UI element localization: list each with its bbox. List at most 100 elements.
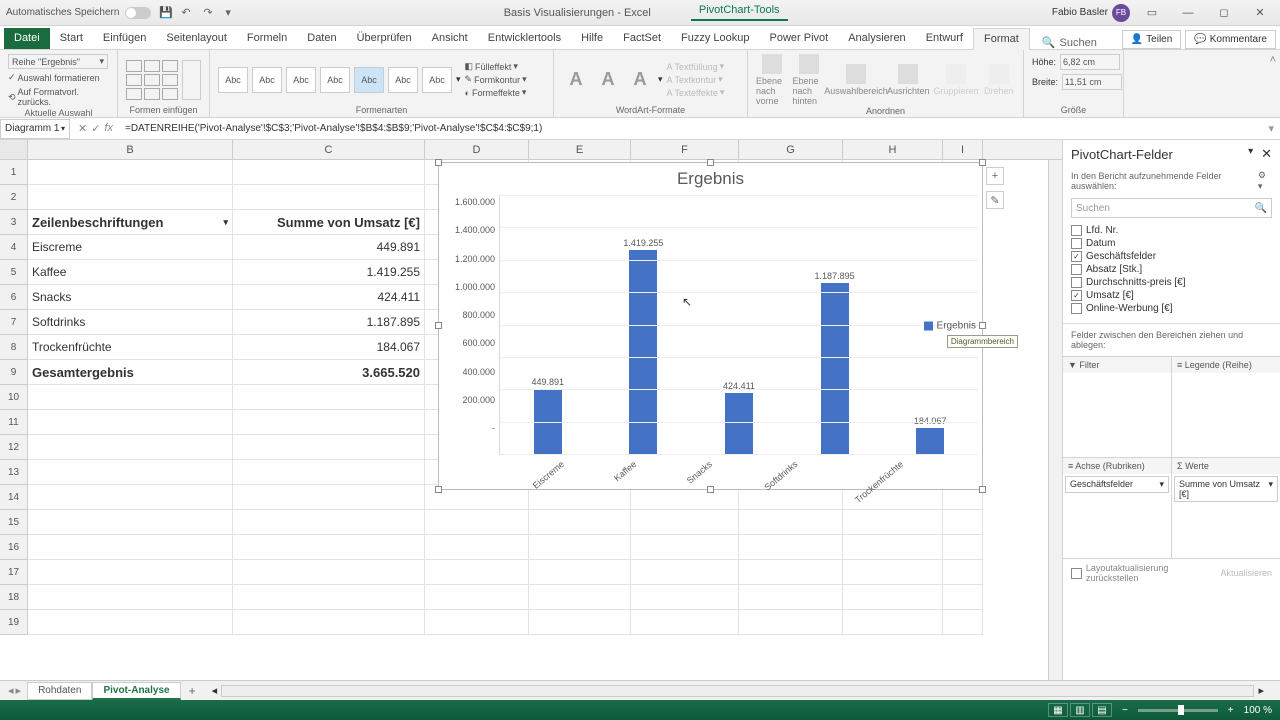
rotate-button[interactable]: Drehen	[983, 64, 1015, 96]
values-field-item[interactable]: Summe von Umsatz [€]▾	[1174, 476, 1278, 502]
cell[interactable]: 3.665.520	[233, 360, 425, 385]
ribbon-tab-überprüfen[interactable]: Überprüfen	[347, 28, 422, 49]
values-area[interactable]: Σ WerteSumme von Umsatz [€]▾	[1172, 458, 1280, 558]
ribbon-tab-entwurf[interactable]: Entwurf	[916, 28, 973, 49]
qat-customize-icon[interactable]: ▾	[225, 6, 239, 20]
cell[interactable]: Kaffee	[28, 260, 233, 285]
cell[interactable]	[631, 610, 739, 635]
ribbon-tab-analysieren[interactable]: Analysieren	[838, 28, 915, 49]
filter-area[interactable]: ▼ Filter	[1063, 357, 1171, 457]
cell[interactable]	[529, 610, 631, 635]
axis-field-item[interactable]: Geschäftsfelder▾	[1065, 476, 1169, 493]
update-button[interactable]: Aktualisieren	[1220, 568, 1272, 578]
select-all-corner[interactable]	[0, 140, 28, 159]
change-shape-button[interactable]	[182, 60, 201, 100]
cell[interactable]	[739, 560, 843, 585]
cell[interactable]	[425, 610, 529, 635]
row-header[interactable]: 11	[0, 410, 27, 435]
row-header[interactable]: 10	[0, 385, 27, 410]
row-header[interactable]: 2	[0, 185, 27, 210]
field-list-item[interactable]: Datum	[1071, 237, 1272, 250]
cell[interactable]	[943, 535, 983, 560]
cell[interactable]	[28, 160, 233, 185]
fx-icon[interactable]: fx	[104, 122, 113, 135]
page-layout-view-icon[interactable]: ▥	[1070, 703, 1090, 717]
shape-style-3[interactable]: Abc	[286, 67, 316, 93]
name-box[interactable]: Diagramm 1▾	[0, 119, 70, 139]
field-checkbox[interactable]	[1071, 303, 1082, 314]
cell[interactable]	[233, 435, 425, 460]
axis-area[interactable]: ≡ Achse (Rubriken)Geschäftsfelder▾	[1063, 458, 1171, 558]
text-fill-button[interactable]: A Textfüllung ▾	[667, 60, 725, 73]
chart-element-selector[interactable]: Reihe "Ergebnis"▾	[8, 54, 108, 69]
field-search-input[interactable]: Suchen 🔍	[1071, 198, 1272, 218]
shape-style-5[interactable]: Abc	[354, 67, 384, 93]
cell[interactable]	[739, 585, 843, 610]
chart-bar[interactable]	[725, 393, 753, 454]
height-input[interactable]	[1060, 54, 1120, 70]
cell[interactable]: Snacks	[28, 285, 233, 310]
column-header[interactable]: H	[843, 140, 943, 159]
cell[interactable]	[28, 185, 233, 210]
row-header[interactable]: 6	[0, 285, 27, 310]
row-header[interactable]: 8	[0, 335, 27, 360]
cell[interactable]	[739, 610, 843, 635]
cell[interactable]	[233, 485, 425, 510]
zoom-slider[interactable]	[1138, 709, 1218, 712]
cell[interactable]	[529, 585, 631, 610]
sheet-tab[interactable]: Rohdaten	[27, 682, 92, 700]
selection-pane-button[interactable]: Auswahlbereich	[829, 64, 883, 96]
legend-area[interactable]: ≡ Legende (Reihe)	[1172, 357, 1280, 457]
comments-button[interactable]: 💬Kommentare	[1185, 30, 1276, 49]
row-header[interactable]: 13	[0, 460, 27, 485]
chart-bar[interactable]	[916, 428, 944, 454]
field-checkbox[interactable]	[1071, 290, 1082, 301]
cell[interactable]: Gesamtergebnis	[28, 360, 233, 385]
cell[interactable]	[943, 560, 983, 585]
cell[interactable]: 1.187.895	[233, 310, 425, 335]
row-header[interactable]: 3	[0, 210, 27, 235]
group-button[interactable]: Gruppieren	[934, 64, 979, 96]
cell[interactable]	[843, 535, 943, 560]
column-header[interactable]: I	[943, 140, 983, 159]
row-header[interactable]: 16	[0, 535, 27, 560]
cell[interactable]	[233, 585, 425, 610]
cell[interactable]	[233, 610, 425, 635]
text-outline-button[interactable]: A Textkontur ▾	[667, 73, 725, 86]
ribbon-tab-ansicht[interactable]: Ansicht	[422, 28, 478, 49]
shape-effects-button[interactable]: ◐ Formeffekte ▾	[465, 86, 527, 99]
row-header[interactable]: 18	[0, 585, 27, 610]
shape-outline-button[interactable]: ✎ Formkontur ▾	[465, 73, 527, 86]
ribbon-tab-entwicklertools[interactable]: Entwicklertools	[478, 28, 571, 49]
cell[interactable]	[28, 560, 233, 585]
ribbon-tab-fuzzy lookup[interactable]: Fuzzy Lookup	[671, 28, 759, 49]
cell[interactable]	[28, 435, 233, 460]
maximize-icon[interactable]: ◻	[1210, 3, 1238, 23]
shape-style-6[interactable]: Abc	[388, 67, 418, 93]
sheet-nav-last-icon[interactable]: ▸	[16, 684, 22, 697]
align-button[interactable]: Ausrichten	[887, 64, 930, 96]
chart-bar[interactable]	[821, 283, 849, 454]
vertical-scrollbar[interactable]	[1048, 160, 1062, 680]
ribbon-tab-factset[interactable]: FactSet	[613, 28, 671, 49]
defer-layout-checkbox[interactable]: Layoutaktualisierung zurückstellen	[1071, 563, 1220, 583]
page-break-view-icon[interactable]: ▤	[1092, 703, 1112, 717]
cell[interactable]	[843, 560, 943, 585]
ribbon-tab-datei[interactable]: Datei	[4, 28, 50, 49]
shape-style-4[interactable]: Abc	[320, 67, 350, 93]
field-list-item[interactable]: Absatz [Stk.]	[1071, 263, 1272, 276]
row-header[interactable]: 14	[0, 485, 27, 510]
cell[interactable]	[28, 485, 233, 510]
shape-style-7[interactable]: Abc	[422, 67, 452, 93]
share-button[interactable]: 👤Teilen	[1122, 30, 1182, 49]
row-header[interactable]: 1	[0, 160, 27, 185]
ribbon-tab-hilfe[interactable]: Hilfe	[571, 28, 613, 49]
cell[interactable]	[425, 585, 529, 610]
cell[interactable]	[529, 510, 631, 535]
field-layout-icon[interactable]: ⚙ ▾	[1258, 170, 1272, 192]
cell[interactable]	[843, 585, 943, 610]
user-badge[interactable]: Fabio Basler FB	[1052, 4, 1130, 22]
ribbon-tab-daten[interactable]: Daten	[297, 28, 346, 49]
cell[interactable]: Eiscreme	[28, 235, 233, 260]
cell[interactable]: Summe von Umsatz [€]	[233, 210, 425, 235]
